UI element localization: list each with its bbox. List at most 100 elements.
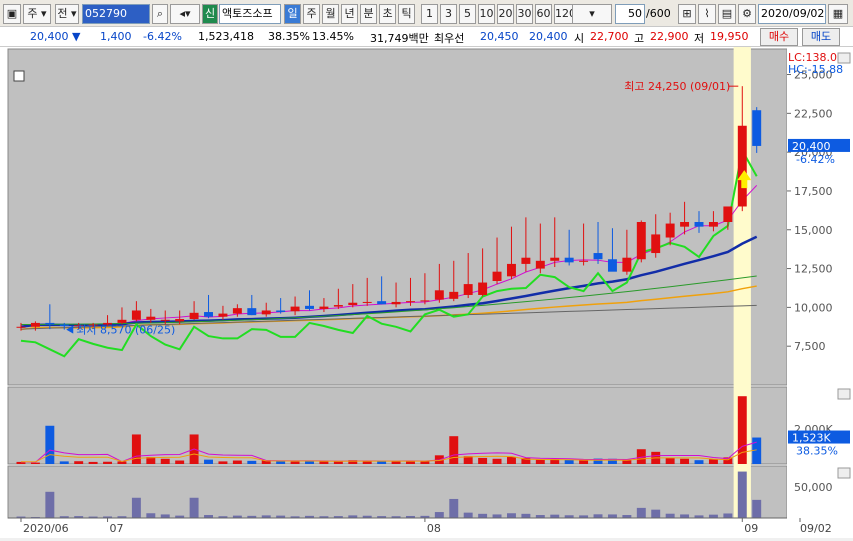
amount-bar	[665, 513, 675, 518]
search-icon[interactable]: ⌕	[152, 4, 168, 24]
chart-panel	[7, 386, 788, 465]
period-button[interactable]: 주	[303, 4, 320, 24]
low-price: 19,950	[710, 30, 749, 43]
amount-bar	[680, 514, 690, 518]
volume-bar	[319, 461, 329, 464]
calendar-icon[interactable]: ▦	[828, 4, 848, 24]
interval-button[interactable]: 10	[478, 4, 495, 24]
period-button[interactable]: 년	[341, 4, 358, 24]
volume-bar	[218, 461, 228, 464]
candle	[478, 282, 488, 295]
period-button[interactable]: 분	[360, 4, 377, 24]
panel-scroll-button	[837, 52, 851, 64]
interval-button[interactable]: 60	[535, 4, 552, 24]
candle	[708, 222, 718, 227]
candle	[723, 206, 733, 222]
amount-bar	[723, 513, 733, 518]
stock-chart[interactable]: 최고 24,250 (09/01)최저 8,570 (06/25) 25,000…	[0, 47, 853, 538]
price-tick-label: 15,000	[794, 224, 833, 237]
interval-select[interactable]: ▾	[572, 4, 612, 24]
volume-bar	[88, 461, 98, 464]
amount-bar	[45, 491, 55, 518]
interval-button[interactable]: 30	[516, 4, 533, 24]
indicator-icon[interactable]: ⊞	[678, 4, 696, 24]
date-tick-label: 08	[427, 522, 441, 535]
chart-line-icon[interactable]: ⌇	[698, 4, 716, 24]
amount-bar	[478, 513, 488, 518]
period-button[interactable]: 월	[322, 4, 339, 24]
amount-bar	[752, 499, 762, 518]
price-tick-label: 22,500	[794, 107, 833, 120]
price-change: 1,400	[100, 30, 132, 43]
period-button[interactable]: 일	[284, 4, 301, 24]
volume-bar	[131, 434, 141, 464]
candle	[362, 301, 372, 303]
volume-current-label: 1,523K	[792, 432, 831, 445]
volume-bar	[232, 460, 242, 464]
ask-price: 20,450	[480, 30, 519, 43]
candle	[175, 319, 185, 322]
candle	[737, 125, 747, 207]
amount-bar	[492, 514, 502, 518]
candle	[665, 223, 675, 238]
period-type-select[interactable]: 전 ▾	[55, 4, 79, 24]
candle	[218, 313, 228, 317]
date-tick-label: 09	[744, 522, 758, 535]
candle	[535, 260, 545, 269]
volume-pct-label: 38.35%	[796, 445, 838, 458]
high-label: 고	[634, 32, 645, 45]
save-icon[interactable]: ▤	[718, 4, 736, 24]
speaker-icon[interactable]: ◂▾	[170, 4, 200, 24]
candle	[189, 312, 199, 320]
volume-bar	[160, 458, 170, 464]
volume-bar	[506, 457, 516, 464]
period-button[interactable]: 초	[379, 4, 396, 24]
amount-bar	[449, 498, 459, 518]
sell-button[interactable]: 매도	[802, 28, 840, 46]
bar-count-total: /600	[646, 7, 671, 20]
candle	[434, 290, 444, 300]
candle	[680, 222, 690, 227]
stock-name: 액토즈소프	[219, 4, 281, 24]
interval-button[interactable]: 20	[497, 4, 514, 24]
amount-bar	[593, 514, 603, 518]
date-tick-label: 2020/06	[23, 522, 69, 535]
panel-scroll-button	[837, 388, 851, 400]
volume-bar	[103, 461, 113, 464]
candle	[59, 324, 69, 327]
amount-bar	[434, 512, 444, 518]
buy-button[interactable]: 매수	[760, 28, 798, 46]
candle	[377, 301, 387, 305]
axis-background	[787, 47, 853, 538]
stock-code-input[interactable]: 052790	[82, 4, 150, 24]
candle	[651, 234, 661, 254]
interval-button[interactable]: 3	[440, 4, 457, 24]
amount-bar	[607, 514, 617, 518]
bar-count-input[interactable]: 50	[615, 4, 645, 24]
gear-icon[interactable]: ⚙	[738, 4, 756, 24]
market-select[interactable]: 주 ▾	[23, 4, 51, 24]
period-button[interactable]: 틱	[398, 4, 415, 24]
price-tick-label: 12,500	[794, 263, 833, 276]
candle	[521, 257, 531, 264]
amount-bar	[146, 513, 156, 518]
volume: 1,523,418	[198, 30, 254, 43]
chart-area[interactable]: 최고 24,250 (09/01) 최저 8,570 (06/25) 25,000…	[0, 47, 853, 538]
quote-bar: 20,400 ▼ 1,400 -6.42% 1,523,418 38.35% 1…	[0, 27, 853, 47]
date-tick-label: 07	[110, 522, 124, 535]
volume-bar	[247, 460, 257, 464]
chart-type-icon[interactable]: ▣	[3, 4, 21, 24]
interval-button[interactable]: 1	[421, 4, 438, 24]
volume-bar	[680, 458, 690, 464]
low-label: 저	[694, 32, 705, 45]
candle	[406, 301, 415, 303]
amount-bar	[131, 497, 141, 518]
volume-bar	[708, 459, 718, 464]
interval-button[interactable]: 5	[459, 4, 476, 24]
volume-bar	[175, 460, 185, 464]
amount-bar	[189, 497, 199, 518]
current-price-label: 20,400	[792, 140, 831, 153]
date-input[interactable]: 2020/09/02	[758, 4, 826, 24]
candle	[160, 319, 170, 321]
candle	[333, 305, 343, 307]
